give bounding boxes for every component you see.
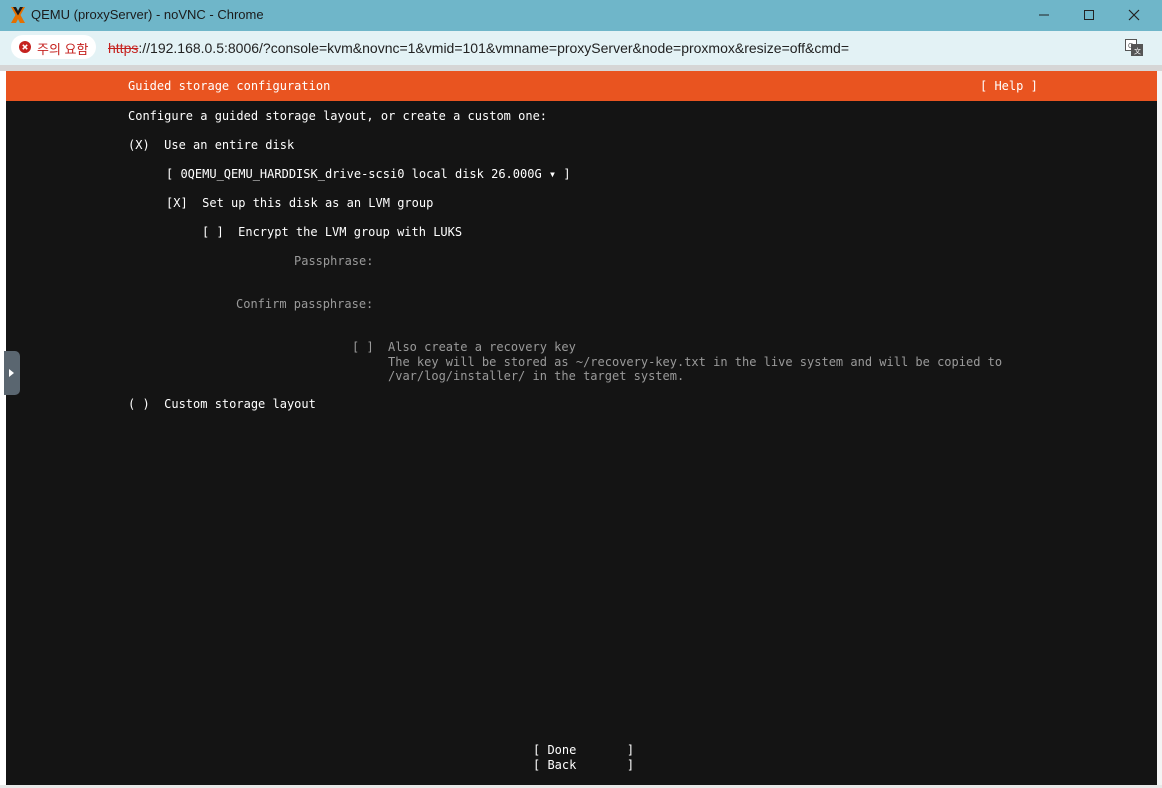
recovery-key-desc-2: /var/log/installer/ in the target system…	[388, 369, 685, 383]
svg-text:G: G	[1128, 43, 1133, 50]
close-button[interactable]	[1111, 0, 1157, 31]
intro-text: Configure a guided storage layout, or cr…	[128, 109, 548, 123]
warning-circle-icon	[19, 41, 31, 53]
vnc-console[interactable]: Guided storage configuration [ Help ] Co…	[6, 71, 1157, 785]
security-warning-chip[interactable]: 주의 요함	[11, 35, 96, 59]
url-scheme: https	[108, 40, 139, 56]
installer-header: Guided storage configuration [ Help ]	[6, 71, 1157, 101]
url-rest: ://192.168.0.5:8006/?console=kvm&novnc=1…	[138, 40, 850, 56]
novnc-sidebar-handle[interactable]	[4, 351, 20, 395]
background-window-edge	[1157, 71, 1162, 788]
recovery-key-title: Also create a recovery key	[388, 340, 576, 354]
window-title: QEMU (proxyServer) - noVNC - Chrome	[31, 7, 264, 22]
url-field[interactable]: https://192.168.0.5:8006/?console=kvm&no…	[108, 40, 849, 56]
back-button[interactable]: [ Back ]	[533, 758, 634, 772]
address-bar: 주의 요함 https://192.168.0.5:8006/?console=…	[0, 31, 1162, 65]
disk-select-dropdown[interactable]: [ 0QEMU_QEMU_HARDDISK_drive-scsi0 local …	[166, 167, 571, 181]
luks-checkbox[interactable]: [ ] Encrypt the LVM group with LUKS	[202, 225, 462, 239]
help-button[interactable]: [ Help ]	[980, 79, 1038, 93]
proxmox-x-logo-icon	[11, 7, 25, 23]
passphrase-label: Passphrase:	[294, 254, 374, 268]
lvm-checkbox[interactable]: [X] Set up this disk as an LVM group	[166, 196, 433, 210]
recovery-key-checkbox[interactable]: [ ]	[352, 340, 374, 354]
done-button[interactable]: [ Done ]	[533, 743, 634, 757]
minimize-button[interactable]	[1021, 0, 1067, 31]
custom-layout-radio[interactable]: ( ) Custom storage layout	[128, 397, 316, 411]
header-title: Guided storage configuration	[128, 79, 331, 93]
entire-disk-radio[interactable]: (X) Use an entire disk	[128, 138, 294, 152]
maximize-icon	[1084, 10, 1094, 20]
confirm-passphrase-label: Confirm passphrase:	[236, 297, 374, 311]
recovery-key-desc-1: The key will be stored as ~/recovery-key…	[388, 355, 1003, 369]
translate-icon[interactable]: G 文	[1125, 39, 1143, 56]
security-label: 주의 요함	[37, 42, 89, 57]
maximize-button[interactable]	[1066, 0, 1112, 31]
svg-text:文: 文	[1134, 47, 1141, 56]
minimize-icon	[1039, 14, 1049, 16]
window-titlebar: QEMU (proxyServer) - noVNC - Chrome	[0, 0, 1162, 31]
close-icon	[1128, 9, 1140, 21]
chevron-right-icon	[9, 369, 14, 377]
